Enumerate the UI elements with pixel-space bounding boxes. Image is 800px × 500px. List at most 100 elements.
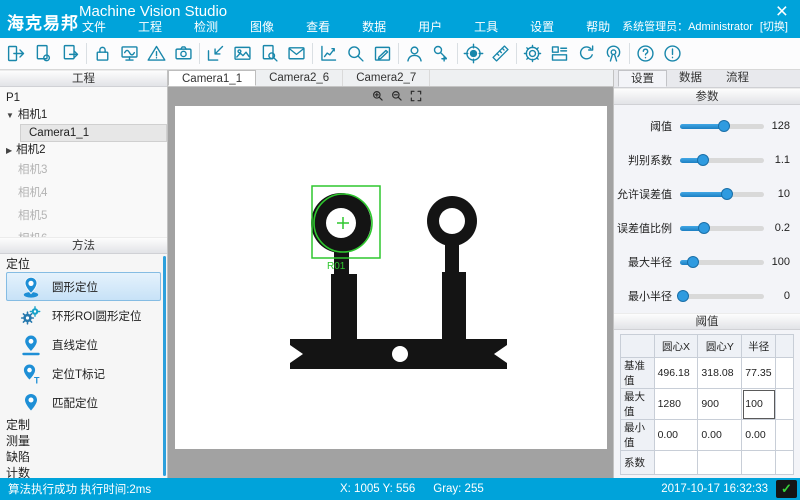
slider-track-error-ratio[interactable] bbox=[680, 226, 764, 231]
warning-icon[interactable] bbox=[143, 40, 170, 67]
table-cell[interactable] bbox=[654, 451, 698, 475]
slider-thumb[interactable] bbox=[677, 290, 689, 302]
settings-tab-2[interactable]: 流程 bbox=[714, 70, 761, 87]
help-icon[interactable] bbox=[632, 40, 659, 67]
image-icon[interactable] bbox=[229, 40, 256, 67]
menu-item-2[interactable]: 检测 bbox=[194, 18, 218, 35]
tree-item-camera4[interactable]: 相机4 bbox=[0, 182, 167, 205]
search-icon[interactable] bbox=[342, 40, 369, 67]
fit-icon[interactable] bbox=[409, 89, 423, 103]
camera-tab-camera2_6[interactable]: Camera2_6 bbox=[256, 70, 343, 86]
method-category-custom[interactable]: 定制 bbox=[0, 417, 167, 433]
user-icon[interactable] bbox=[401, 40, 428, 67]
method-item-line-locate[interactable]: 直线定位 bbox=[6, 330, 161, 359]
menu-item-1[interactable]: 工程 bbox=[138, 18, 162, 35]
table-cell[interactable] bbox=[776, 451, 794, 475]
target-icon[interactable] bbox=[460, 40, 487, 67]
method-category-locate[interactable]: 定位 bbox=[0, 256, 167, 272]
tree-item-camera5[interactable]: 相机5 bbox=[0, 205, 167, 228]
method-category-measure[interactable]: 测量 bbox=[0, 433, 167, 449]
doc-search-icon[interactable] bbox=[256, 40, 283, 67]
key-add-icon[interactable] bbox=[428, 40, 455, 67]
slider-thumb[interactable] bbox=[718, 120, 730, 132]
method-category-count[interactable]: 计数 bbox=[0, 465, 167, 478]
method-item-match-locate[interactable]: 匹配定位 bbox=[6, 388, 161, 417]
method-item-locate-t-mark[interactable]: T定位T标记 bbox=[6, 359, 161, 388]
layout-icon[interactable] bbox=[546, 40, 573, 67]
tree-item-camera-group-2[interactable]: ▶相机2 bbox=[0, 142, 167, 159]
slider-track-min-radius[interactable] bbox=[680, 294, 764, 299]
method-category-defect[interactable]: 缺陷 bbox=[0, 449, 167, 465]
image-viewer[interactable]: R01 bbox=[168, 87, 613, 478]
method-item-ring-roi-circle-locate[interactable]: 环形ROI圆形定位 bbox=[6, 301, 161, 330]
menu-item-4[interactable]: 查看 bbox=[306, 18, 330, 35]
monitor-icon[interactable] bbox=[116, 40, 143, 67]
table-cell[interactable]: 0.00 bbox=[742, 420, 776, 451]
gear-icon[interactable] bbox=[519, 40, 546, 67]
slider-thumb[interactable] bbox=[697, 154, 709, 166]
tree-item-label: Camera1_1 bbox=[29, 127, 89, 139]
slider-track-threshold[interactable] bbox=[680, 124, 764, 129]
slider-thumb[interactable] bbox=[721, 188, 733, 200]
table-cell[interactable] bbox=[776, 358, 794, 389]
doc-settings-icon[interactable] bbox=[30, 40, 57, 67]
camera-icon[interactable] bbox=[170, 40, 197, 67]
doc-export-icon[interactable] bbox=[57, 40, 84, 67]
import-icon[interactable] bbox=[202, 40, 229, 67]
menu-item-5[interactable]: 数据 bbox=[362, 18, 386, 35]
method-item-circle-locate[interactable]: 圆形定位 bbox=[6, 272, 161, 301]
table-cell[interactable] bbox=[776, 389, 794, 420]
close-button[interactable]: × bbox=[776, 0, 788, 24]
chart-icon[interactable] bbox=[315, 40, 342, 67]
slider-label: 阈值 bbox=[614, 118, 672, 134]
ruler-icon[interactable] bbox=[487, 40, 514, 67]
camera-tab-camera1_1[interactable]: Camera1_1 bbox=[168, 70, 256, 86]
table-cell[interactable]: 496.18 bbox=[654, 358, 698, 389]
slider-thumb[interactable] bbox=[698, 222, 710, 234]
table-cell[interactable] bbox=[742, 451, 776, 475]
slider-track-max-radius[interactable] bbox=[680, 260, 764, 265]
table-cell[interactable]: 100 bbox=[742, 389, 776, 420]
slider-row-allowed-error: 允许误差值10 bbox=[614, 177, 800, 211]
zoom-in-icon[interactable] bbox=[371, 89, 385, 103]
zoom-out-icon[interactable] bbox=[390, 89, 404, 103]
table-cell[interactable]: 77.35 bbox=[742, 358, 776, 389]
mail-icon[interactable] bbox=[283, 40, 310, 67]
menu-item-7[interactable]: 工具 bbox=[474, 18, 498, 35]
slider-thumb[interactable] bbox=[687, 256, 699, 268]
tree-item-p1[interactable]: P1 bbox=[0, 90, 167, 107]
table-cell[interactable]: 900 bbox=[698, 389, 742, 420]
table-cell[interactable]: 0.00 bbox=[698, 420, 742, 451]
tree-item-camera-group-1[interactable]: ▼相机1 bbox=[0, 107, 167, 124]
exit-icon[interactable] bbox=[3, 40, 30, 67]
slider-row-min-radius: 最小半径0 bbox=[614, 279, 800, 313]
redo-icon[interactable] bbox=[573, 40, 600, 67]
broadcast-icon[interactable] bbox=[600, 40, 627, 67]
settings-tab-1[interactable]: 数据 bbox=[667, 70, 714, 87]
camera-tab-camera2_7[interactable]: Camera2_7 bbox=[343, 70, 430, 86]
table-cell[interactable]: 0.00 bbox=[654, 420, 698, 451]
table-cell[interactable] bbox=[776, 420, 794, 451]
edit-icon[interactable] bbox=[369, 40, 396, 67]
chevron-down-icon[interactable]: ▼ bbox=[6, 111, 14, 120]
table-cell[interactable] bbox=[698, 451, 742, 475]
menu-item-6[interactable]: 用户 bbox=[418, 18, 442, 35]
slider-track-allowed-error[interactable] bbox=[680, 192, 764, 197]
slider-value: 128 bbox=[770, 120, 800, 132]
tree-item-camera1-1[interactable]: Camera1_1 bbox=[20, 124, 167, 142]
menu-item-9[interactable]: 帮助 bbox=[586, 18, 610, 35]
tree-item-label: 相机5 bbox=[18, 210, 47, 222]
slider-track-discrim-coef[interactable] bbox=[680, 158, 764, 163]
methods-scrollbar[interactable] bbox=[163, 256, 166, 476]
tree-item-camera3[interactable]: 相机3 bbox=[0, 159, 167, 182]
menu-item-8[interactable]: 设置 bbox=[530, 18, 554, 35]
lock-icon[interactable] bbox=[89, 40, 116, 67]
table-cell[interactable]: 318.08 bbox=[698, 358, 742, 389]
menu-item-3[interactable]: 图像 bbox=[250, 18, 274, 35]
chevron-right-icon[interactable]: ▶ bbox=[6, 146, 12, 155]
table-cell[interactable]: 1280 bbox=[654, 389, 698, 420]
alert-icon[interactable] bbox=[659, 40, 686, 67]
camera-image-canvas[interactable]: R01 bbox=[175, 106, 607, 449]
settings-tab-0[interactable]: 设置 bbox=[618, 70, 667, 87]
menu-item-0[interactable]: 文件 bbox=[82, 18, 106, 35]
